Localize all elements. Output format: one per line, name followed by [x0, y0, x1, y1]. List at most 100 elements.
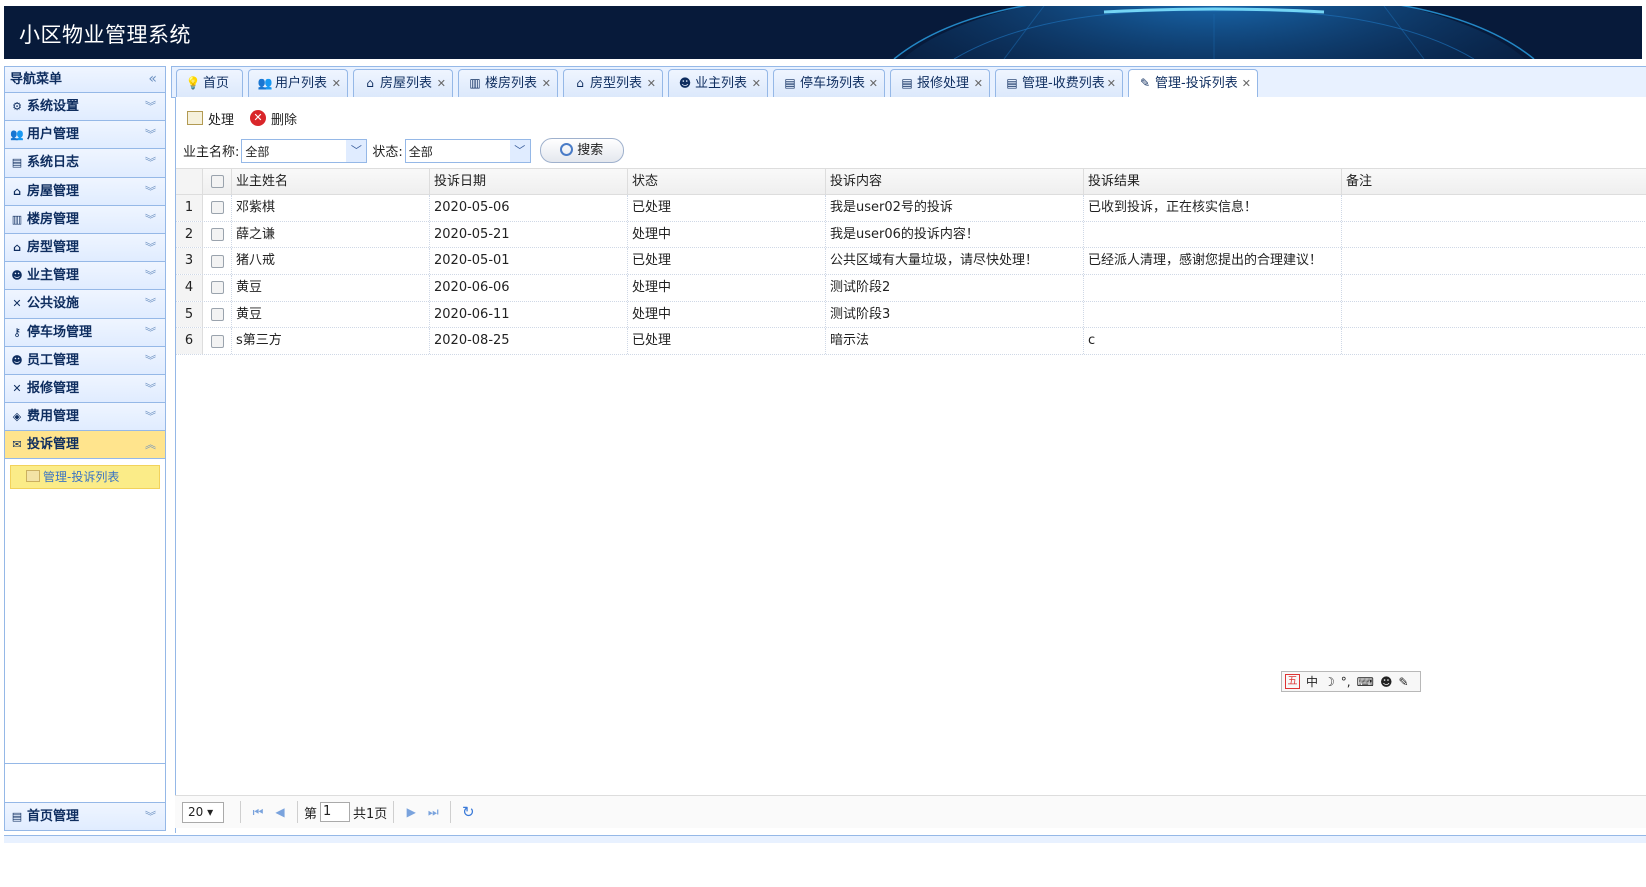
building-icon: ▥	[469, 76, 481, 90]
double-chevron-up-icon[interactable]: ︽	[145, 431, 156, 458]
close-icon[interactable]: ✕	[869, 70, 878, 97]
tab-complaint-list[interactable]: ✎ 管理-投诉列表 ✕	[1128, 69, 1258, 99]
tab-home[interactable]: 💡 首页	[176, 69, 243, 98]
close-icon[interactable]: ✕	[1107, 70, 1116, 97]
double-chevron-down-icon[interactable]: ︾	[145, 149, 156, 176]
chevron-down-icon[interactable]: ﹀	[509, 139, 530, 162]
tab-repair-handling[interactable]: ▤ 报修处理 ✕	[890, 69, 990, 98]
sidebar-item-repair-management[interactable]: ✕ 报修管理 ︾	[5, 374, 165, 404]
process-button[interactable]: 处理	[186, 109, 234, 128]
sidebar-item-public-facilities[interactable]: ✕ 公共设施 ︾	[5, 290, 165, 319]
next-page-icon[interactable]: ▶	[400, 801, 422, 823]
sidebar-subitem-label: 管理-投诉列表	[43, 470, 120, 485]
total-pages-label: 共1页	[353, 806, 388, 822]
status-value: 全部	[408, 144, 433, 159]
row-checkbox[interactable]	[203, 301, 232, 328]
search-button[interactable]: 搜索	[539, 138, 624, 163]
close-icon[interactable]: ✕	[974, 70, 983, 97]
sidebar-item-building-management[interactable]: ▥ 楼房管理 ︾	[5, 205, 165, 234]
double-chevron-down-icon[interactable]: ︾	[145, 93, 156, 120]
ime-toolbar[interactable]: 五 中 ☽ °, ⌨ ☻ ✎	[1281, 671, 1421, 692]
user-icon[interactable]: ☻	[1380, 675, 1393, 689]
page-size-select[interactable]: 20 ▾	[182, 801, 224, 823]
column-header-result[interactable]: 投诉结果	[1084, 169, 1342, 194]
sidebar-item-house-management[interactable]: ⌂ 房屋管理 ︾	[5, 177, 165, 206]
sidebar-item-label: 首页管理	[27, 808, 80, 824]
row-checkbox[interactable]	[203, 221, 232, 248]
keyboard-icon[interactable]: ⌨	[1357, 675, 1374, 689]
toolbar: 处理 ✕ 删除	[186, 107, 312, 129]
prev-page-icon[interactable]: ◀	[269, 801, 291, 823]
sidebar-item-user-management[interactable]: 👥 用户管理 ︾	[5, 121, 165, 150]
close-icon[interactable]: ✕	[437, 70, 446, 97]
sidebar-item-system-settings[interactable]: ⚙ 系统设置 ︾	[5, 93, 165, 122]
tab-label: 房型列表	[590, 76, 643, 91]
double-chevron-down-icon[interactable]: ︾	[145, 262, 156, 289]
moon-icon[interactable]: ☽	[1324, 675, 1335, 689]
tab-label: 房屋列表	[380, 76, 433, 91]
delete-button[interactable]: ✕ 删除	[249, 109, 297, 128]
chevron-down-icon[interactable]: ﹀	[346, 139, 367, 162]
double-chevron-left-icon[interactable]: «	[148, 67, 157, 92]
sidebar-item-system-log[interactable]: ▤ 系统日志 ︾	[5, 149, 165, 178]
page-number-input[interactable]: 1	[320, 802, 351, 822]
select-all-checkbox[interactable]	[203, 169, 232, 194]
row-checkbox[interactable]	[203, 328, 232, 355]
row-checkbox[interactable]	[203, 248, 232, 275]
column-header-content[interactable]: 投诉内容	[826, 169, 1084, 194]
first-page-icon[interactable]: ⏮	[247, 801, 269, 823]
double-chevron-down-icon[interactable]: ︾	[145, 206, 156, 233]
wrench-icon[interactable]: ✎	[1398, 675, 1408, 689]
double-chevron-down-icon[interactable]: ︾	[145, 347, 156, 374]
column-header-owner-name[interactable]: 业主姓名	[232, 169, 430, 194]
tab-user-list[interactable]: 👥 用户列表 ✕	[248, 69, 348, 98]
double-chevron-down-icon[interactable]: ︾	[145, 375, 156, 402]
house-icon: ⌂	[13, 184, 21, 198]
close-icon[interactable]: ✕	[752, 70, 761, 97]
refresh-icon[interactable]: ↻	[457, 801, 479, 823]
tab-house-list[interactable]: ⌂ 房屋列表 ✕	[353, 69, 453, 98]
ime-mode-label[interactable]: 中	[1306, 673, 1318, 690]
sidebar-subitem-complaint-list[interactable]: 管理-投诉列表	[10, 465, 160, 490]
table-row[interactable]: 1 邓紫棋 2020-05-06 已处理 我是user02号的投诉 已收到投诉，…	[176, 195, 1646, 222]
table-row[interactable]: 5 黄豆 2020-06-11 处理中 测试阶段3	[176, 301, 1646, 329]
sidebar-item-fee-management[interactable]: ◈ 费用管理 ︾	[5, 403, 165, 432]
table-row[interactable]: 6 s第三方 2020-08-25 已处理 暗示法 c	[176, 328, 1646, 356]
sidebar-item-complaint-management[interactable]: ✉ 投诉管理 ︽	[5, 431, 165, 460]
close-icon[interactable]: ✕	[1242, 70, 1251, 97]
row-checkbox[interactable]	[203, 275, 232, 301]
row-checkbox[interactable]	[203, 195, 232, 221]
tab-owner-list[interactable]: ☻ 业主列表 ✕	[668, 69, 768, 98]
punctuation-icon[interactable]: °,	[1341, 675, 1351, 689]
owner-name-select[interactable]: 全部 ﹀	[241, 138, 368, 163]
double-chevron-down-icon[interactable]: ︾	[145, 290, 156, 317]
double-chevron-down-icon[interactable]: ︾	[145, 803, 156, 830]
double-chevron-down-icon[interactable]: ︾	[145, 234, 156, 261]
sidebar-item-owner-management[interactable]: ☻ 业主管理 ︾	[5, 262, 165, 291]
table-row[interactable]: 2 薛之谦 2020-05-21 处理中 我是user06的投诉内容！	[176, 221, 1646, 249]
close-icon[interactable]: ✕	[542, 70, 551, 97]
close-icon[interactable]: ✕	[647, 70, 656, 97]
tab-fee-list[interactable]: ▤ 管理-收费列表 ✕	[995, 69, 1123, 98]
sidebar-item-home-management[interactable]: ▤ 首页管理 ︾	[5, 801, 165, 830]
row-number: 1	[176, 195, 203, 221]
pager-separator	[297, 801, 298, 823]
tab-house-type-list[interactable]: ⌂ 房型列表 ✕	[563, 69, 663, 98]
table-row[interactable]: 3 猪八戒 2020-05-01 已处理 公共区域有大量垃圾，请尽快处理！ 已经…	[176, 248, 1646, 276]
double-chevron-down-icon[interactable]: ︾	[145, 319, 156, 346]
table-row[interactable]: 4 黄豆 2020-06-06 处理中 测试阶段2	[176, 275, 1646, 302]
double-chevron-down-icon[interactable]: ︾	[145, 178, 156, 205]
double-chevron-down-icon[interactable]: ︾	[145, 403, 156, 430]
tab-building-list[interactable]: ▥ 楼房列表 ✕	[458, 69, 558, 98]
last-page-icon[interactable]: ⏭	[422, 801, 444, 823]
sidebar-item-parking-management[interactable]: ⚷ 停车场管理 ︾	[5, 318, 165, 347]
sidebar-item-house-type-management[interactable]: ⌂ 房型管理 ︾	[5, 233, 165, 263]
status-select[interactable]: 全部 ﹀	[404, 138, 531, 163]
column-header-note[interactable]: 备注	[1342, 169, 1646, 194]
sidebar-item-staff-management[interactable]: ☻ 员工管理 ︾	[5, 346, 165, 375]
double-chevron-down-icon[interactable]: ︾	[145, 121, 156, 148]
column-header-status[interactable]: 状态	[628, 169, 826, 194]
column-header-complaint-date[interactable]: 投诉日期	[430, 169, 628, 194]
tab-parking-list[interactable]: ▤ 停车场列表 ✕	[773, 69, 885, 98]
close-icon[interactable]: ✕	[332, 70, 341, 97]
